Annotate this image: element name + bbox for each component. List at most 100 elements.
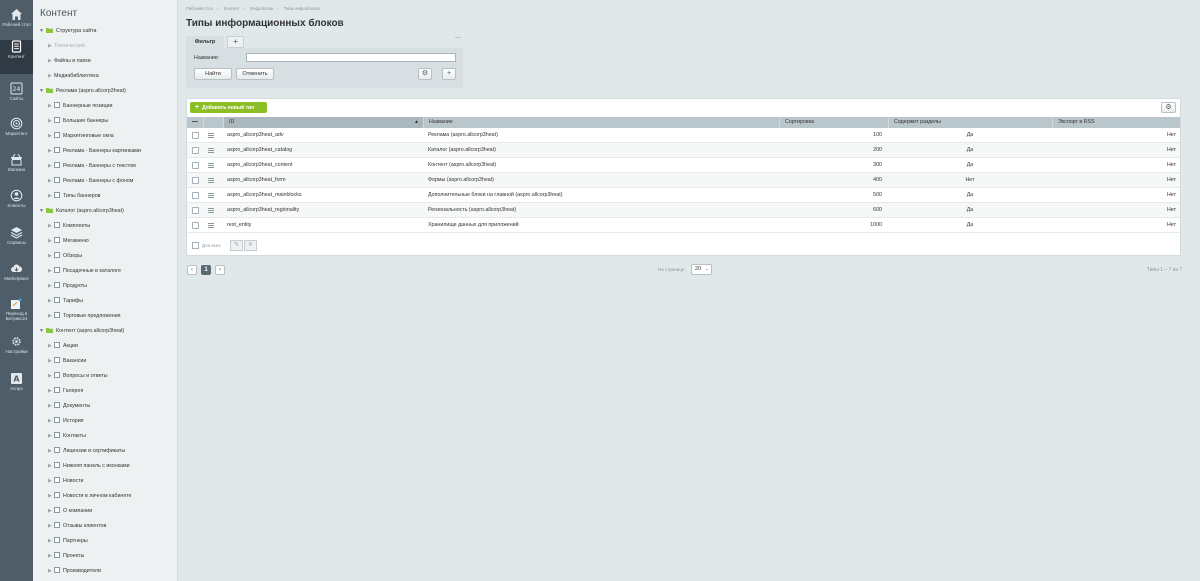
row-checkbox[interactable] (192, 177, 199, 184)
tree-item[interactable]: ▶ Производители (48, 566, 101, 576)
row-actions-menu-icon[interactable] (208, 208, 214, 213)
apply-to-all-checkbox[interactable] (192, 242, 199, 249)
row-actions-menu-icon[interactable] (208, 178, 214, 183)
favorite-star-icon[interactable]: ☆ (336, 18, 344, 29)
minimize-filter-icon[interactable]: — (455, 35, 461, 41)
tree-item[interactable]: ▶ Файлы и папки (48, 56, 91, 66)
nav-item-9[interactable]: Переход в Битрикс24 (0, 297, 33, 321)
tree-item[interactable]: ▶ Типы баннеров (48, 191, 100, 201)
page-1-button[interactable]: 1 (201, 265, 211, 275)
tree-item[interactable]: ▼ Контент (aspro.allcorp3heat) (39, 326, 124, 336)
filter-settings-gear-icon[interactable]: ⚙ (418, 68, 432, 80)
table-row[interactable]: aspro_allcorp3heat_regionality Региональн… (187, 203, 1180, 218)
tree-item[interactable]: ▶ Мегаменю (48, 236, 89, 246)
tree-item[interactable]: ▶ О компании (48, 506, 92, 516)
nav-item-1[interactable]: Рабочий стол (0, 8, 33, 27)
breadcrumb-item-desktop[interactable]: Рабочий стол (186, 6, 213, 11)
row-checkbox[interactable] (192, 207, 199, 214)
tree-item[interactable]: ▶ Обзоры (48, 251, 82, 261)
tree-item[interactable]: ▼ Реклама (aspro.allcorp3heat) (39, 86, 126, 96)
table-row[interactable]: aspro_allcorp3heat_catalog Каталог (aspro… (187, 143, 1180, 158)
expand-arrow-icon[interactable]: ▼ (39, 86, 46, 96)
row-checkbox[interactable] (192, 162, 199, 169)
tree-item[interactable]: ▶ Большие баннеры (48, 116, 108, 126)
nav-item-8[interactable]: Marketplace (0, 262, 33, 281)
delete-x-icon[interactable]: ✕ (244, 240, 257, 251)
tree-item[interactable]: ▶ Новости в личном кабинете (48, 491, 131, 501)
tree-item[interactable]: ▶ Лицензии и сертификаты (48, 446, 125, 456)
edit-pencil-icon[interactable]: ✎ (230, 240, 243, 251)
row-actions-menu-icon[interactable] (208, 148, 214, 153)
table-row[interactable]: rest_entity Хранилище данных для приложен… (187, 218, 1180, 233)
find-button[interactable]: Найти (194, 68, 232, 80)
column-header-id[interactable]: ID ▲ (223, 117, 423, 128)
cell-id[interactable]: aspro_allcorp3heat_mainblocks (227, 188, 302, 203)
nav-item-10[interactable]: Настройки (0, 335, 33, 354)
row-checkbox[interactable] (192, 132, 199, 139)
tree-item[interactable]: ▶ Акции (48, 341, 78, 351)
next-page-button[interactable]: › (215, 265, 225, 275)
tree-item[interactable]: ▶ Вакансии (48, 356, 86, 366)
table-row[interactable]: aspro_allcorp3heat_content Контент (aspro… (187, 158, 1180, 173)
table-row[interactable]: aspro_allcorp3heat_form Формы (aspro.allc… (187, 173, 1180, 188)
nav-item-2[interactable]: Контент (0, 40, 33, 74)
column-header-sections[interactable]: Содержит разделы (888, 117, 1052, 128)
select-all-header[interactable] (187, 117, 203, 128)
tree-item[interactable]: ▶ Реклама - Баннеры картинками (48, 146, 141, 156)
tree-item[interactable]: ▶ Вопросы и ответы (48, 371, 108, 381)
nav-item-4[interactable]: Маркетинг (0, 117, 33, 136)
tree-item[interactable]: ▼ Каталог (aspro.allcorp3heat) (39, 206, 124, 216)
tree-item[interactable]: ▶ Новости (48, 476, 84, 486)
tree-item[interactable]: ▶ Баннерные позиции (48, 101, 112, 111)
add-new-type-button[interactable]: + Добавить новый тип (190, 102, 267, 113)
row-actions-menu-icon[interactable] (208, 193, 214, 198)
column-header-rss[interactable]: Экспорт в RSS (1052, 117, 1180, 128)
row-checkbox[interactable] (192, 192, 199, 199)
tree-item[interactable]: ▶ Документы (48, 401, 90, 411)
tree-item[interactable]: ▶ Галерея (48, 386, 83, 396)
per-page-select[interactable]: 20 ⌄ (691, 264, 712, 275)
tree-item[interactable]: ▶ История (48, 416, 84, 426)
column-header-name[interactable]: Название (423, 117, 779, 128)
tree-item[interactable]: ▶ Контакты (48, 431, 86, 441)
add-filter-field-button[interactable]: + (442, 68, 456, 80)
tree-item[interactable]: ▶ Проекты (48, 551, 84, 561)
breadcrumb-item-iblocks[interactable]: Инфоблоки (250, 6, 273, 11)
table-row[interactable]: aspro_allcorp3heat_adv Реклама (aspro.all… (187, 128, 1180, 143)
column-header-sort[interactable]: Сортировка (779, 117, 888, 128)
tree-item[interactable]: ▶ Партнеры (48, 536, 88, 546)
row-actions-menu-icon[interactable] (208, 163, 214, 168)
tree-item[interactable]: ▶ Нижняя панель с иконками (48, 461, 130, 471)
cell-id[interactable]: rest_entity (227, 218, 251, 233)
tree-item[interactable]: ▶ Медиабиблиотека (48, 71, 99, 81)
row-actions-menu-icon[interactable] (208, 223, 214, 228)
tree-item[interactable]: ▶ Реклама - Баннеры с фоном (48, 176, 133, 186)
tree-item[interactable]: ▶ Реклама - Баннеры с текстом (48, 161, 136, 171)
row-checkbox[interactable] (192, 222, 199, 229)
nav-item-3[interactable]: 24 Сайты (0, 82, 33, 101)
add-filter-tab-button[interactable]: + (227, 36, 244, 48)
tree-item[interactable]: ▶ Торговые предложения (48, 311, 121, 321)
expand-arrow-icon[interactable]: ▼ (39, 26, 46, 36)
row-checkbox[interactable] (192, 147, 199, 154)
table-row[interactable]: aspro_allcorp3heat_mainblocks Дополнитель… (187, 188, 1180, 203)
tree-item[interactable]: ▶ Отзывы клиентов (48, 521, 106, 531)
grid-settings-gear-icon[interactable]: ⚙ (1161, 102, 1176, 113)
cell-id[interactable]: aspro_allcorp3heat_regionality (227, 203, 299, 218)
nav-item-5[interactable]: Магазин (0, 153, 33, 172)
cancel-button[interactable]: Отменить (236, 68, 274, 80)
tree-item[interactable]: ▶ Посадочные в каталоге (48, 266, 121, 276)
tree-item[interactable]: ▶ Технический (48, 41, 85, 51)
name-filter-input[interactable] (246, 53, 456, 62)
cell-id[interactable]: aspro_allcorp3heat_catalog (227, 143, 292, 158)
cell-id[interactable]: aspro_allcorp3heat_adv (227, 128, 284, 143)
tree-item[interactable]: ▶ Маркетинговые окна (48, 131, 114, 141)
nav-item-11[interactable]: A Аспро (0, 372, 33, 391)
nav-item-6[interactable]: Клиенты (0, 189, 33, 208)
cell-id[interactable]: aspro_allcorp3heat_form (227, 173, 286, 188)
tree-item[interactable]: ▶ Комплекты (48, 221, 90, 231)
tree-item[interactable]: ▶ Продукты (48, 281, 87, 291)
prev-page-button[interactable]: ‹ (187, 265, 197, 275)
filter-tab[interactable]: Фильтр (186, 36, 224, 48)
tree-item[interactable]: ▼ Структура сайта (39, 26, 96, 36)
